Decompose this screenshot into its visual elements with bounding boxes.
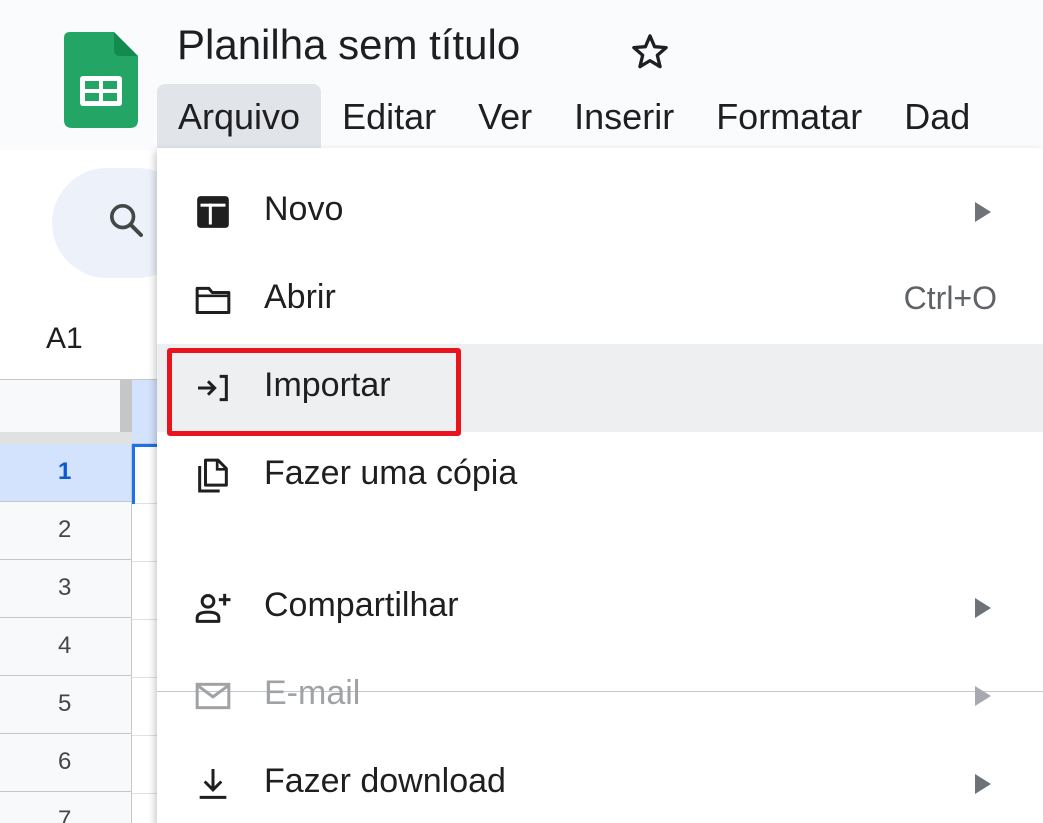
- menu-dados[interactable]: Dad: [883, 84, 991, 148]
- submenu-arrow-icon: [975, 202, 991, 222]
- row-header[interactable]: 4: [0, 618, 132, 676]
- submenu-arrow-icon: [975, 774, 991, 794]
- row-header[interactable]: 1: [0, 444, 132, 502]
- menu-item-label: Fazer uma cópia: [264, 454, 518, 492]
- row-header[interactable]: 5: [0, 676, 132, 734]
- highlight-annotation-box: [167, 348, 461, 436]
- menu-item-email[interactable]: E-mail: [157, 652, 1043, 740]
- row-header[interactable]: 3: [0, 560, 132, 618]
- submenu-arrow-icon: [975, 598, 991, 618]
- menu-ver[interactable]: Ver: [457, 84, 553, 148]
- menu-bar: Arquivo Editar Ver Inserir Formatar Dad: [157, 84, 991, 148]
- menu-item-label: Novo: [264, 190, 344, 228]
- menu-item-abrir[interactable]: Abrir Ctrl+O: [157, 256, 1043, 344]
- file-menu-dropdown: Novo Abrir Ctrl+O Importar Fazer uma cóp…: [157, 148, 1043, 823]
- freeze-row-handle[interactable]: [0, 432, 132, 444]
- row-header[interactable]: 6: [0, 734, 132, 792]
- search-icon[interactable]: [106, 200, 146, 240]
- menu-item-label: Fazer download: [264, 762, 506, 800]
- menu-item-compartilhar[interactable]: Compartilhar: [157, 564, 1043, 652]
- menu-item-fazer-copia[interactable]: Fazer uma cópia: [157, 432, 1043, 520]
- menu-item-label: Abrir: [264, 278, 336, 316]
- star-icon[interactable]: [628, 30, 672, 74]
- menu-inserir[interactable]: Inserir: [553, 84, 695, 148]
- share-person-icon: [195, 593, 231, 623]
- menu-item-label: Compartilhar: [264, 586, 459, 624]
- folder-icon: [195, 286, 231, 314]
- menu-item-novo[interactable]: Novo: [157, 168, 1043, 256]
- row-header[interactable]: 2: [0, 502, 132, 560]
- copy-icon: [198, 458, 228, 493]
- sheets-logo-icon[interactable]: [64, 32, 138, 128]
- active-cell-border: [132, 444, 135, 504]
- keyboard-shortcut: Ctrl+O: [903, 280, 997, 316]
- menu-arquivo[interactable]: Arquivo: [157, 84, 322, 148]
- menu-item-fazer-download[interactable]: Fazer download: [157, 740, 1043, 823]
- email-icon: [195, 682, 231, 710]
- new-sheet-icon: [197, 196, 229, 228]
- row-header[interactable]: 7: [0, 792, 132, 823]
- download-icon: [199, 769, 227, 799]
- document-title[interactable]: Planilha sem título: [177, 20, 520, 70]
- menu-item-label: E-mail: [264, 674, 361, 712]
- menu-formatar[interactable]: Formatar: [695, 84, 883, 148]
- menu-editar[interactable]: Editar: [321, 84, 457, 148]
- name-box[interactable]: A1: [46, 322, 83, 356]
- submenu-arrow-icon: [975, 686, 991, 706]
- row-headers: 1 2 3 4 5 6 7: [0, 444, 132, 823]
